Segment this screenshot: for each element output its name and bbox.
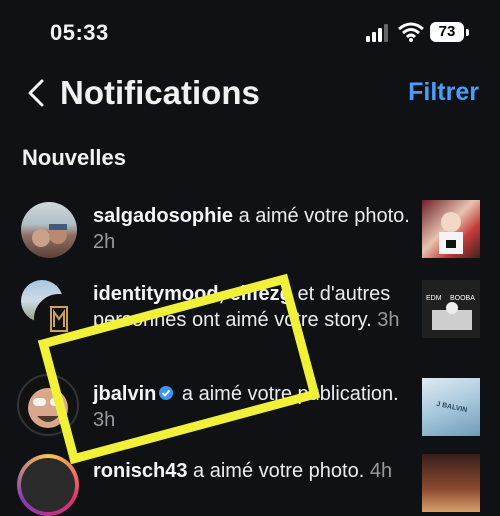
timestamp: 2h bbox=[93, 231, 116, 253]
story-thumbnail[interactable]: EDM BOOBA bbox=[422, 280, 480, 338]
username[interactable]: ronisch43 bbox=[93, 460, 187, 482]
section-heading: Nouvelles bbox=[22, 145, 126, 170]
battery-cap bbox=[466, 29, 469, 36]
back-chevron-icon[interactable] bbox=[24, 78, 48, 108]
status-bar: 05:33 73 bbox=[0, 0, 500, 64]
filter-button[interactable]: Filtrer bbox=[408, 78, 479, 107]
timestamp: 4h bbox=[369, 460, 393, 482]
battery-icon: 73 bbox=[430, 22, 464, 42]
notification-text: salgadosophie a aimé votre photo. 2h bbox=[93, 205, 410, 253]
notification-row[interactable]: salgadosophie a aimé votre photo. 2h bbox=[0, 198, 500, 264]
post-thumbnail[interactable]: J BALVIN bbox=[422, 378, 480, 436]
status-time: 05:33 bbox=[50, 20, 109, 45]
post-thumbnail[interactable] bbox=[422, 200, 480, 258]
notification-text: ronisch43 a aimé votre photo. 4h bbox=[93, 460, 393, 482]
avatar[interactable] bbox=[21, 202, 77, 258]
header: Notifications Filtrer bbox=[0, 66, 500, 122]
timestamp: 3h bbox=[377, 309, 400, 331]
thumbnail-text: BOOBA bbox=[450, 295, 475, 302]
thumbnail-text: J BALVIN bbox=[435, 400, 468, 415]
post-thumbnail[interactable] bbox=[422, 454, 480, 512]
avatar[interactable] bbox=[17, 454, 79, 516]
wifi-icon bbox=[398, 22, 424, 42]
page-title: Notifications bbox=[60, 74, 260, 111]
cellular-signal-icon bbox=[366, 24, 390, 42]
thumbnail-text: EDM bbox=[426, 295, 442, 302]
username[interactable]: salgadosophie bbox=[93, 205, 233, 227]
